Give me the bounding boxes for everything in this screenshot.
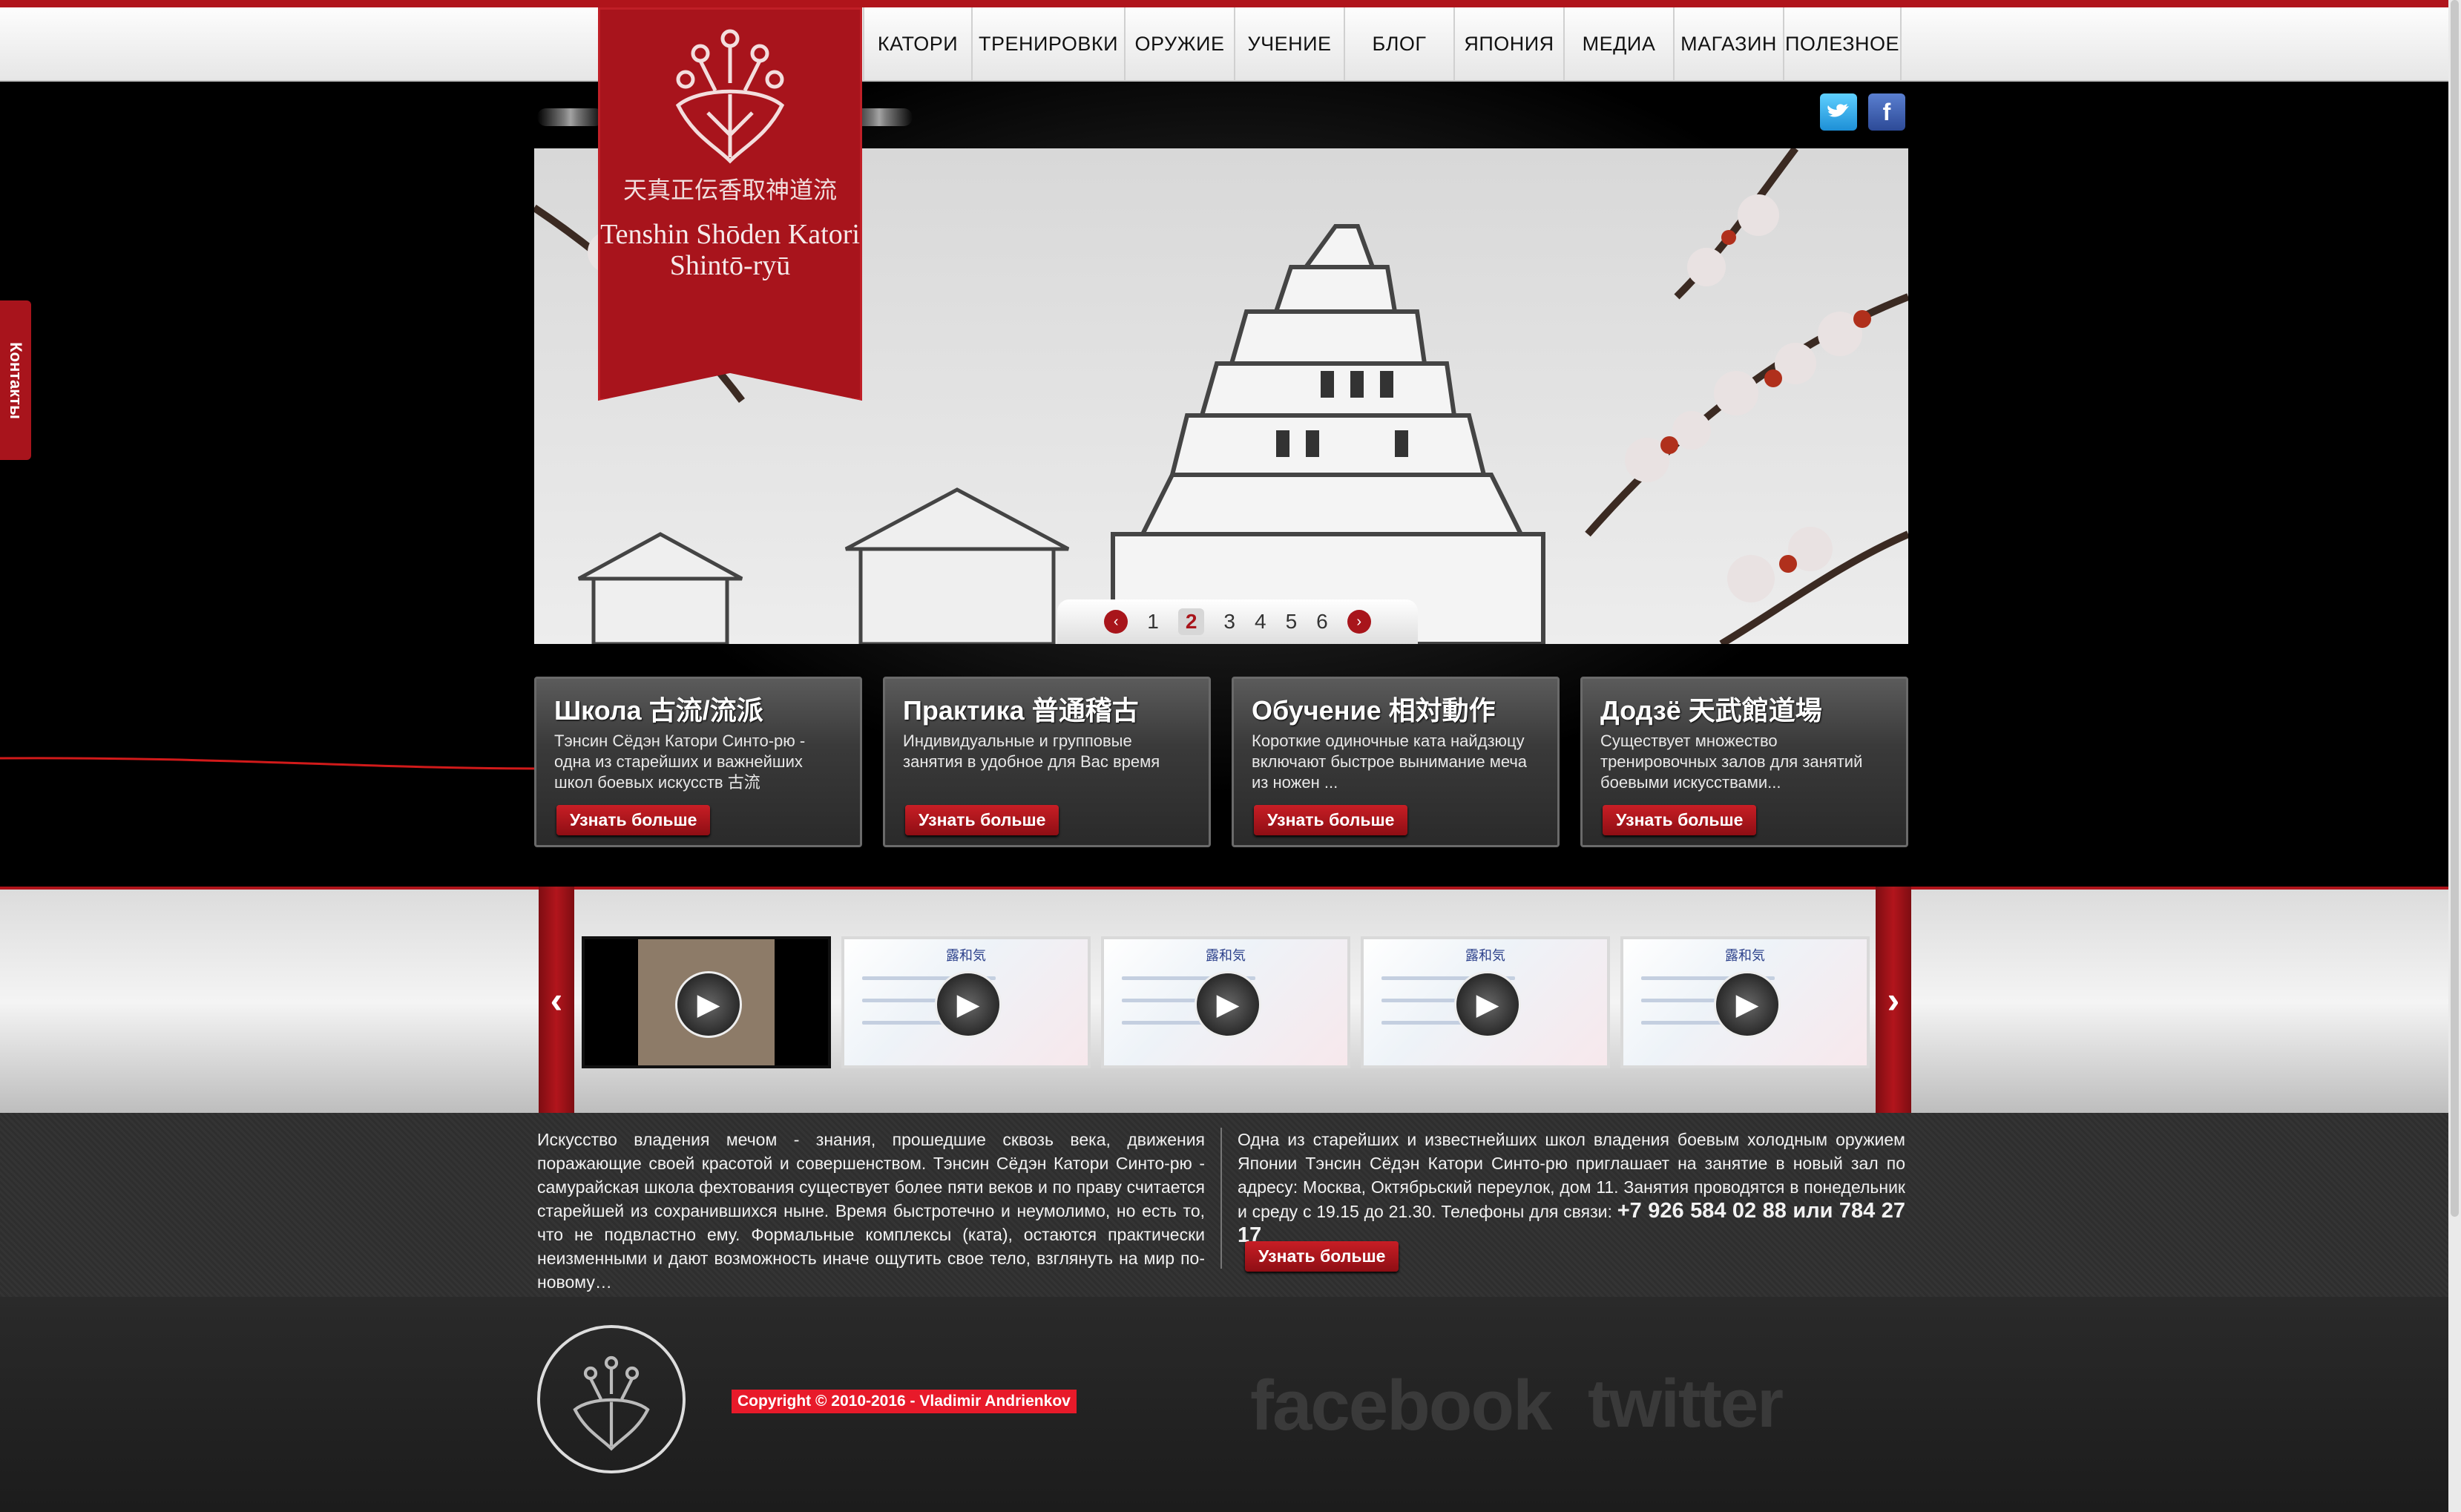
copyright: Copyright © 2010-2016 - Vladimir Andrien… bbox=[732, 1390, 1077, 1413]
about-more-button[interactable]: Узнать больше bbox=[1245, 1241, 1399, 1272]
pager-page-2[interactable]: 2 bbox=[1177, 608, 1205, 635]
pager-page-1[interactable]: 1 bbox=[1147, 610, 1159, 634]
card-text: Тэнсин Сёдэн Катори Синто-рю - одна из с… bbox=[554, 732, 806, 792]
card-more-button[interactable]: Узнать больше bbox=[1254, 805, 1408, 835]
card-learning: Обучение 相対動作 Короткие одиночные ката на… bbox=[1232, 677, 1560, 847]
about-text-right: Одна из старейших и известнейших школ вл… bbox=[1238, 1128, 1905, 1248]
footer-logo[interactable] bbox=[537, 1325, 686, 1473]
red-line-decoration bbox=[0, 757, 542, 770]
brand-name-line1: Tenshin Shōden Katori bbox=[600, 219, 860, 250]
brand-name-line2: Shintō-ryū bbox=[669, 250, 791, 281]
nav-item-teaching[interactable]: УЧЕНИЕ bbox=[1234, 7, 1344, 80]
thumb-header: 露和気 bbox=[1465, 948, 1505, 964]
card-title: Додзё 天武館道場 bbox=[1600, 695, 1822, 726]
scrollbar-thumb[interactable] bbox=[2451, 0, 2459, 1217]
card-practice: Практика 普通稽古 Индивидуальные и групповые… bbox=[883, 677, 1211, 847]
pager-page-4[interactable]: 4 bbox=[1255, 610, 1266, 634]
play-icon: ▶ bbox=[1454, 971, 1521, 1038]
pager-next-icon[interactable]: › bbox=[1347, 610, 1371, 634]
thumb-header: 露和気 bbox=[946, 948, 986, 964]
footer-twitter-link[interactable]: twitter bbox=[1588, 1365, 1784, 1443]
footer bbox=[0, 1297, 2461, 1512]
nav-item-japan[interactable]: ЯПОНИЯ bbox=[1453, 7, 1563, 80]
paulownia-crest-icon bbox=[675, 29, 785, 164]
top-accent-line bbox=[0, 0, 2461, 7]
card-dojo: Додзё 天武館道場 Существует множество трениро… bbox=[1580, 677, 1908, 847]
card-more-button[interactable]: Узнать больше bbox=[556, 805, 711, 835]
card-text: Индивидуальные и групповые занятия в удо… bbox=[903, 732, 1160, 771]
main-nav: КАТОРИ ТРЕНИРОВКИ ОРУЖИЕ УЧЕНИЕ БЛОГ ЯПО… bbox=[863, 7, 1902, 80]
video-thumb-3[interactable]: 露和気 ▶ bbox=[1101, 936, 1350, 1068]
play-icon: ▶ bbox=[935, 971, 1002, 1038]
play-icon: ▶ bbox=[1195, 971, 1261, 1038]
thumb-header: 露和気 bbox=[1206, 948, 1246, 964]
play-icon: ▶ bbox=[1714, 971, 1781, 1038]
ornament-left bbox=[537, 108, 604, 126]
card-text: Существует множество тренировочных залов… bbox=[1600, 732, 1863, 792]
card-text: Короткие одиночные ката найдзюцу включаю… bbox=[1252, 732, 1528, 792]
card-school: Школа 古流/流派 Тэнсин Сёдэн Катори Синто-рю… bbox=[534, 677, 862, 847]
video-thumb-2[interactable]: 露和気 ▶ bbox=[841, 936, 1091, 1068]
card-title: Обучение 相対動作 bbox=[1252, 695, 1496, 726]
about-section bbox=[0, 1113, 2461, 1297]
chevron-left-icon: ‹ bbox=[550, 979, 563, 1021]
pager-page-6[interactable]: 6 bbox=[1316, 610, 1328, 634]
nav-item-useful[interactable]: ПОЛЕЗНОЕ bbox=[1783, 7, 1902, 80]
contacts-tab-label: Контакты bbox=[7, 341, 25, 419]
nav-item-shop[interactable]: МАГАЗИН bbox=[1673, 7, 1783, 80]
nav-item-media[interactable]: МЕДИА bbox=[1563, 7, 1673, 80]
about-divider bbox=[1220, 1128, 1222, 1269]
pager-page-3[interactable]: 3 bbox=[1223, 610, 1235, 634]
facebook-icon[interactable]: f bbox=[1868, 93, 1905, 131]
twitter-icon[interactable] bbox=[1820, 93, 1857, 131]
carousel-prev-button[interactable]: ‹ bbox=[539, 887, 574, 1113]
slider-pager: ‹ 1 2 3 4 5 6 › bbox=[1057, 599, 1418, 644]
video-thumb-4[interactable]: 露和気 ▶ bbox=[1361, 936, 1610, 1068]
nav-item-katori[interactable]: КАТОРИ bbox=[863, 7, 971, 80]
pager-page-5[interactable]: 5 bbox=[1286, 610, 1298, 634]
card-more-button[interactable]: Узнать больше bbox=[905, 805, 1059, 835]
pager-prev-icon[interactable]: ‹ bbox=[1104, 610, 1128, 634]
about-text-left: Искусство владения мечом - знания, проше… bbox=[537, 1130, 1205, 1292]
paulownia-crest-icon bbox=[573, 1355, 650, 1451]
card-more-button[interactable]: Узнать больше bbox=[1603, 805, 1757, 835]
video-thumb-1[interactable]: ▶ bbox=[582, 936, 831, 1068]
nav-item-trainings[interactable]: ТРЕНИРОВКИ bbox=[971, 7, 1124, 80]
card-title: Практика 普通稽古 bbox=[903, 695, 1139, 726]
contacts-tab[interactable]: Контакты bbox=[0, 300, 31, 460]
card-title: Школа 古流/流派 bbox=[554, 695, 763, 726]
nav-item-blog[interactable]: БЛОГ bbox=[1344, 7, 1453, 80]
thumb-header: 露和気 bbox=[1725, 948, 1765, 964]
play-icon: ▶ bbox=[675, 971, 742, 1038]
nav-item-weapons[interactable]: ОРУЖИЕ bbox=[1124, 7, 1234, 80]
video-thumb-5[interactable]: 露和気 ▶ bbox=[1620, 936, 1870, 1068]
carousel-next-button[interactable]: › bbox=[1876, 887, 1911, 1113]
brand-kanji: 天真正伝香取神道流 bbox=[622, 176, 837, 204]
logo-banner[interactable]: 天真正伝香取神道流 Tenshin Shōden Katori Shintō-r… bbox=[598, 7, 862, 401]
footer-facebook-link[interactable]: facebook bbox=[1250, 1365, 1552, 1447]
chevron-right-icon: › bbox=[1887, 979, 1900, 1021]
